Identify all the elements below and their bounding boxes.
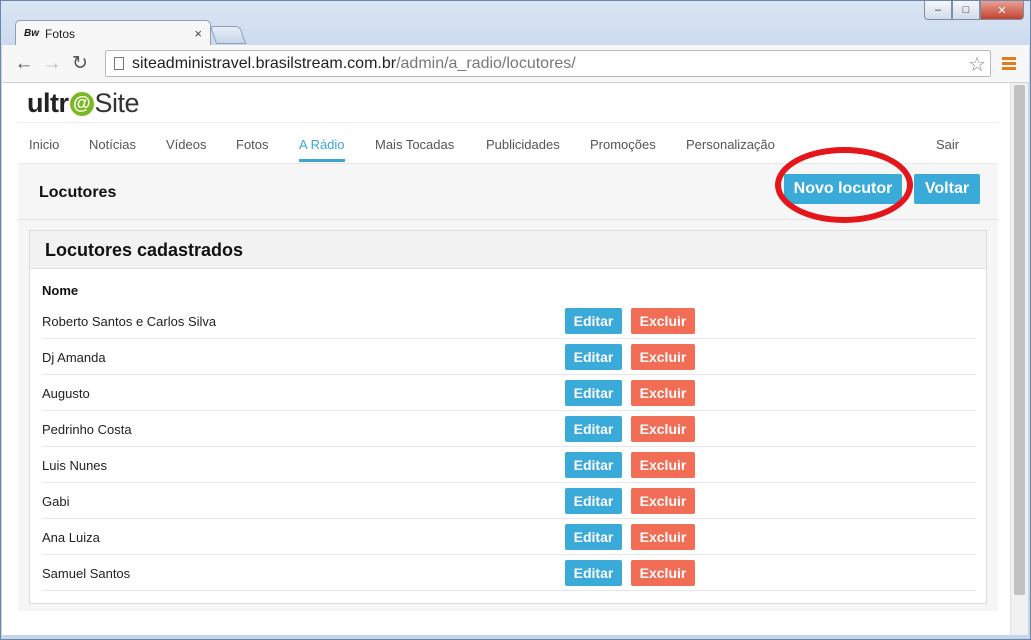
edit-button[interactable]: Editar [565,488,622,514]
table-body: Roberto Santos e Carlos Silva Editar Exclu… [42,303,976,591]
announcer-name: Luis Nunes [42,458,108,473]
browser-toolbar: ← → ↻ siteadministravel.brasilstream.com… [2,45,1029,83]
table-row: Ana Luiza Editar Excluir [42,519,976,555]
logo-at-icon: @ [69,91,94,116]
browser-menu-icon[interactable] [1002,57,1016,70]
announcer-name: Pedrinho Costa [42,422,132,437]
back-arrow-icon[interactable]: ← [10,53,38,75]
bookmark-star-icon[interactable]: ☆ [968,52,986,77]
announcers-card: Locutores cadastrados Nome Roberto Santo… [29,230,987,604]
vertical-scrollbar[interactable] [1010,83,1028,635]
nav-item-noticias[interactable]: Notícias [89,137,136,152]
edit-button[interactable]: Editar [565,452,622,478]
nav-item-publicidades[interactable]: Publicidades [486,137,560,152]
nav-item-mais-tocadas[interactable]: Mais Tocadas [375,137,454,152]
delete-button[interactable]: Excluir [631,416,695,442]
nav-item-sair[interactable]: Sair [936,137,959,152]
nav-item-inicio[interactable]: Inicio [29,137,59,152]
table-row: Luis Nunes Editar Excluir [42,447,976,483]
scrollbar-thumb[interactable] [1014,85,1025,595]
table-row: Samuel Santos Editar Excluir [42,555,976,591]
table-row: Gabi Editar Excluir [42,483,976,519]
new-tab-button[interactable] [209,26,247,44]
tab-title: Fotos [45,26,76,41]
content-panel: Locutores Novo locutor Voltar Locutores … [18,147,998,611]
announcer-name: Samuel Santos [42,566,131,581]
page-icon [114,57,124,70]
nav-item-promocoes[interactable]: Promoções [590,137,656,152]
card-title: Locutores cadastrados [30,231,986,269]
edit-button[interactable]: Editar [565,308,622,334]
page-title: Locutores [39,184,117,201]
browser-tab[interactable]: Bw Fotos × [15,20,211,46]
delete-button[interactable]: Excluir [631,560,695,586]
address-bar[interactable]: siteadministravel.brasilstream.com.br /a… [105,50,991,77]
logo-text-site: Site [94,88,140,118]
nav-item-videos[interactable]: Vídeos [166,137,206,152]
favicon-icon: Bw [24,28,39,39]
minimize-icon[interactable]: ‒ [924,1,952,20]
main-nav: Inicio Notícias Vídeos Fotos A Rádio Mai… [18,122,998,163]
edit-button[interactable]: Editar [565,344,622,370]
close-window-icon[interactable]: ✕ [980,1,1024,20]
maximize-icon[interactable]: □ [952,1,980,20]
panel-header: Locutores Novo locutor Voltar [18,147,998,223]
url-host: siteadministravel.brasilstream.com.br [132,54,397,72]
window-controls: ‒ □ ✕ [924,1,1024,20]
edit-button[interactable]: Editar [565,416,622,442]
announcer-name: Ana Luiza [42,530,100,545]
announcers-table: Nome Roberto Santos e Carlos Silva Editar… [42,283,976,591]
nav-item-fotos[interactable]: Fotos [236,137,269,152]
forward-arrow-icon[interactable]: → [38,53,66,75]
page-viewport: ultr @ Site Inicio Notícias Vídeos Fotos… [2,83,1010,635]
edit-button[interactable]: Editar [565,560,622,586]
table-row: Roberto Santos e Carlos Silva Editar Exclu… [42,303,976,339]
table-row: Augusto Editar Excluir [42,375,976,411]
delete-button[interactable]: Excluir [631,308,695,334]
announcer-name: Roberto Santos e Carlos Silva [42,314,217,329]
nav-item-a-radio[interactable]: A Rádio [299,137,345,162]
tab-close-icon[interactable]: × [194,26,202,41]
delete-button[interactable]: Excluir [631,524,695,550]
back-button[interactable]: Voltar [914,174,980,204]
browser-window: ‒ □ ✕ Bw Fotos × ← → ↻ siteadministravel… [0,0,1031,640]
site-logo[interactable]: ultr @ Site [27,88,140,119]
announcer-name: Augusto [42,386,90,401]
logo-text-ultr: ultr [27,88,69,118]
delete-button[interactable]: Excluir [631,344,695,370]
nav-item-personalizacao[interactable]: Personalização [686,137,775,152]
delete-button[interactable]: Excluir [631,488,695,514]
delete-button[interactable]: Excluir [631,452,695,478]
delete-button[interactable]: Excluir [631,380,695,406]
table-row: Dj Amanda Editar Excluir [42,339,976,375]
column-header-nome: Nome [42,283,79,298]
edit-button[interactable]: Editar [565,380,622,406]
url-path: /admin/a_radio/locutores/ [396,54,576,72]
new-announcer-button[interactable]: Novo locutor [784,174,902,204]
reload-icon[interactable]: ↻ [66,52,94,75]
table-row: Pedrinho Costa Editar Excluir [42,411,976,447]
announcer-name: Gabi [42,494,70,509]
announcer-name: Dj Amanda [42,350,106,365]
edit-button[interactable]: Editar [565,524,622,550]
